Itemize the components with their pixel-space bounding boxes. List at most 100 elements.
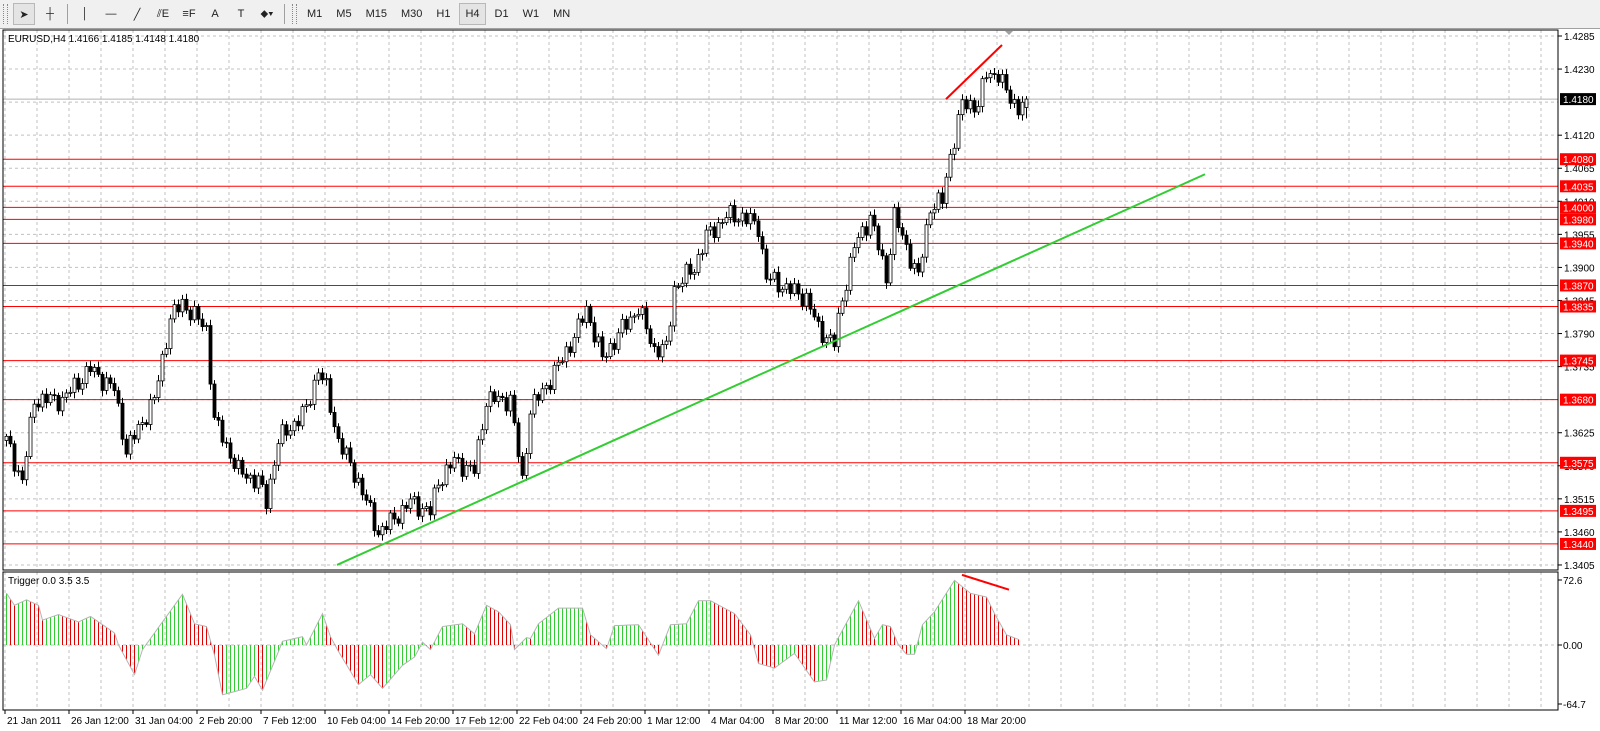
current-price-label: 1.4180 xyxy=(1563,95,1594,106)
arrows-tool-button[interactable]: ⬥▾ xyxy=(256,3,278,25)
timeframe-m5[interactable]: M5 xyxy=(331,3,356,25)
candle-body-bear xyxy=(224,441,229,444)
price-label: 1.3790 xyxy=(1564,330,1595,341)
timeframe-d1[interactable]: D1 xyxy=(490,3,514,25)
candle-body-bull xyxy=(68,391,73,394)
horizontal-scrollbar[interactable] xyxy=(380,727,500,730)
text-tool-button[interactable]: A xyxy=(204,3,226,25)
price-label: 1.3515 xyxy=(1564,495,1595,506)
candle-body-bull xyxy=(476,439,481,474)
candle-body-bull xyxy=(848,256,853,291)
candle-body-bear xyxy=(416,496,421,517)
candle-body-bull xyxy=(892,207,897,255)
candle-body-bull xyxy=(312,379,317,405)
price-label: 1.4230 xyxy=(1564,65,1595,76)
candle xyxy=(328,374,333,416)
candle-body-bull xyxy=(248,474,253,479)
timeframe-m15[interactable]: M15 xyxy=(361,3,392,25)
text-label-tool-button[interactable]: T xyxy=(230,3,252,25)
candle xyxy=(484,403,489,434)
candle-body-bull xyxy=(40,393,45,408)
text-label-icon: T xyxy=(237,8,245,20)
candle-body-bull xyxy=(980,78,985,107)
candle-body-bull xyxy=(560,361,565,364)
candle-body-bull xyxy=(804,292,809,307)
candle-body-bull xyxy=(936,192,941,210)
time-label: 21 Jan 2011 xyxy=(7,716,62,727)
candle xyxy=(432,484,437,520)
candle-body-bull xyxy=(104,377,109,391)
candle-body-bull xyxy=(700,252,705,255)
candle xyxy=(212,380,217,421)
toolbar-grip[interactable] xyxy=(3,4,8,24)
candle-body-bear xyxy=(260,475,265,485)
indicator-scale-label: 0.00 xyxy=(1563,641,1583,652)
candle xyxy=(476,435,481,479)
candle-body-bear xyxy=(764,248,769,280)
candle-body-bull xyxy=(540,388,545,401)
candle xyxy=(120,397,125,446)
candle-body-bear xyxy=(652,343,657,347)
timeframe-bar: M1 M5 M15 M30 H1 H4 D1 W1 MN xyxy=(300,3,577,25)
candle xyxy=(220,415,225,447)
timeframe-m1[interactable]: M1 xyxy=(302,3,327,25)
candle xyxy=(492,389,497,405)
candle-body-bull xyxy=(424,506,429,509)
candle-body-bull xyxy=(636,313,641,317)
candle-body-bull xyxy=(388,512,393,530)
candle-body-bear xyxy=(372,502,377,532)
fibonacci-icon: ≡F xyxy=(182,8,196,20)
toolbar-grip[interactable] xyxy=(292,4,297,24)
candle-body-bull xyxy=(484,405,489,431)
candle-body-bear xyxy=(352,462,357,483)
candle xyxy=(956,110,961,151)
level-price-label: 1.3870 xyxy=(1563,281,1594,292)
fibonacci-tool-button[interactable]: ≡F xyxy=(178,3,200,25)
candle-body-bull xyxy=(152,397,157,401)
timeframe-w1[interactable]: W1 xyxy=(518,3,545,25)
timeframe-h4[interactable]: H4 xyxy=(459,3,486,25)
equidistant-channel-icon: ⫽E xyxy=(156,7,170,20)
candle-body-bull xyxy=(844,289,849,302)
vertical-line-tool-button[interactable]: │ xyxy=(74,3,96,25)
level-price-label: 1.3835 xyxy=(1563,302,1594,313)
timeframe-mn[interactable]: MN xyxy=(548,3,575,25)
candle-body-bull xyxy=(168,318,173,349)
candle-body-bull xyxy=(616,332,621,350)
candle xyxy=(512,390,517,426)
candle-body-bull xyxy=(968,100,973,110)
candle-body-bear xyxy=(376,530,381,536)
time-label: 16 Mar 04:00 xyxy=(903,716,962,727)
timeframe-m30[interactable]: M30 xyxy=(396,3,427,25)
time-label: 24 Feb 20:00 xyxy=(583,716,642,727)
candle-body-bear xyxy=(36,403,41,408)
timeframe-h1[interactable]: H1 xyxy=(431,3,455,25)
candle-body-bear xyxy=(656,346,661,358)
trendline-tool-button[interactable]: ╱ xyxy=(126,3,148,25)
candle-body-bull xyxy=(988,73,993,79)
candle xyxy=(160,350,165,387)
candle-body-bull xyxy=(256,475,261,489)
chart-window[interactable]: EURUSD,H4 1.4166 1.4185 1.4148 1.4180 Tr… xyxy=(0,29,1600,731)
candle-body-bull xyxy=(28,416,33,457)
candle xyxy=(208,319,213,390)
cursor-tool-button[interactable]: ➤ xyxy=(13,3,35,25)
candle-body-bear xyxy=(116,390,121,404)
candle-body-bull xyxy=(508,394,513,412)
text-icon: A xyxy=(211,8,219,20)
equidistant-channel-tool-button[interactable]: ⫽E xyxy=(152,3,174,25)
candle-body-bear xyxy=(820,321,825,343)
horizontal-line-tool-button[interactable]: — xyxy=(100,3,122,25)
candle-body-bear xyxy=(228,442,233,459)
candle-body-bear xyxy=(808,292,813,310)
candle-body-bull xyxy=(828,334,833,339)
toolbar-separator xyxy=(284,4,285,24)
candle-body-bull xyxy=(720,222,725,225)
candle-body-bear xyxy=(600,336,605,358)
time-label: 10 Feb 04:00 xyxy=(327,716,386,727)
candle-body-bear xyxy=(908,243,913,269)
crosshair-tool-button[interactable]: ┼ xyxy=(39,3,61,25)
candle xyxy=(888,248,893,286)
time-label: 14 Feb 20:00 xyxy=(391,716,450,727)
level-price-label: 1.3940 xyxy=(1563,239,1594,250)
